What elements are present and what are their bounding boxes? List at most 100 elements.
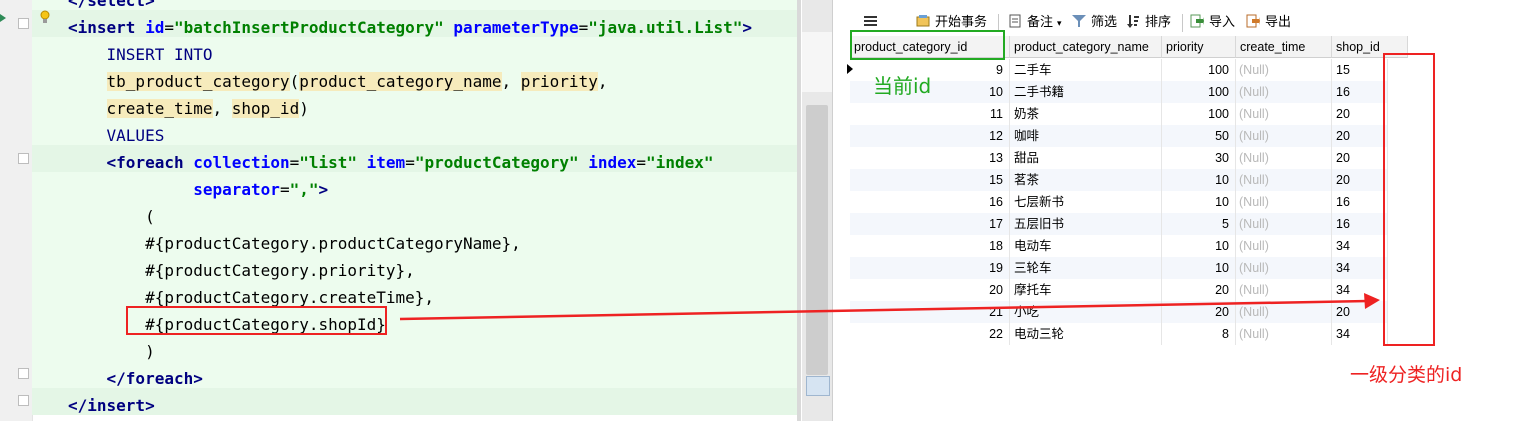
cell-product-category-name[interactable]: 二手书籍 [1010, 81, 1162, 103]
table-row[interactable]: 12 咖啡 50 (Null) 20 [850, 125, 1388, 147]
scrollbar-button[interactable] [806, 376, 830, 396]
column-header-priority[interactable]: priority [1162, 36, 1236, 58]
fold-toggle-icon[interactable] [18, 368, 29, 379]
column-header-product-category-name[interactable]: product_category_name [1010, 36, 1162, 58]
table-row[interactable]: 21 小吃 20 (Null) 20 [850, 301, 1388, 323]
cell-priority[interactable]: 10 [1162, 169, 1236, 191]
cell-product-category-name[interactable]: 七层新书 [1010, 191, 1162, 213]
cell-product-category-name[interactable]: 三轮车 [1010, 257, 1162, 279]
cell-priority[interactable]: 5 [1162, 213, 1236, 235]
cell-product-category-name[interactable]: 电动车 [1010, 235, 1162, 257]
cell-product-category-id[interactable]: 20 [850, 279, 1010, 301]
cell-shop-id[interactable]: 20 [1332, 301, 1388, 323]
cell-shop-id[interactable]: 34 [1332, 235, 1388, 257]
cell-product-category-name[interactable]: 咖啡 [1010, 125, 1162, 147]
cell-product-category-id[interactable]: 15 [850, 169, 1010, 191]
cell-priority[interactable]: 50 [1162, 125, 1236, 147]
cell-create-time[interactable]: (Null) [1236, 323, 1332, 345]
code-line[interactable]: </foreach> [68, 365, 203, 392]
code-editor[interactable]: </select> <insert id="batchInsertProductC… [0, 0, 802, 421]
cell-product-category-id[interactable]: 19 [850, 257, 1010, 279]
cell-product-category-id[interactable]: 22 [850, 323, 1010, 345]
code-line[interactable]: separator=","> [68, 176, 328, 203]
cell-create-time[interactable]: (Null) [1236, 213, 1332, 235]
cell-product-category-id[interactable]: 16 [850, 191, 1010, 213]
table-row[interactable]: 19 三轮车 10 (Null) 34 [850, 257, 1388, 279]
cell-priority[interactable]: 20 [1162, 279, 1236, 301]
table-row[interactable]: 16 七层新书 10 (Null) 16 [850, 191, 1388, 213]
cell-shop-id[interactable]: 34 [1332, 279, 1388, 301]
code-line[interactable]: tb_product_category(product_category_nam… [68, 68, 607, 95]
code-line[interactable]: ( [68, 203, 155, 230]
fold-toggle-icon[interactable] [18, 153, 29, 164]
cell-create-time[interactable]: (Null) [1236, 169, 1332, 191]
cell-product-category-id[interactable]: 18 [850, 235, 1010, 257]
cell-product-category-id[interactable]: 17 [850, 213, 1010, 235]
notes-button[interactable]: 备注 ▾ [1008, 12, 1062, 32]
cell-shop-id[interactable]: 20 [1332, 125, 1388, 147]
cell-create-time[interactable]: (Null) [1236, 147, 1332, 169]
cell-create-time[interactable]: (Null) [1236, 279, 1332, 301]
cell-product-category-id[interactable]: 21 [850, 301, 1010, 323]
table-row[interactable]: 11 奶茶 100 (Null) 20 [850, 103, 1388, 125]
code-line[interactable]: <insert id="batchInsertProductCategory" … [68, 14, 752, 41]
table-row[interactable]: 20 摩托车 20 (Null) 34 [850, 279, 1388, 301]
sort-button[interactable]: 排序 [1126, 12, 1171, 32]
cell-create-time[interactable]: (Null) [1236, 81, 1332, 103]
column-header-create-time[interactable]: create_time [1236, 36, 1332, 58]
code-line[interactable]: INSERT INTO [68, 41, 213, 68]
cell-shop-id[interactable]: 16 [1332, 213, 1388, 235]
cell-product-category-name[interactable]: 电动三轮 [1010, 323, 1162, 345]
cell-create-time[interactable]: (Null) [1236, 301, 1332, 323]
cell-create-time[interactable]: (Null) [1236, 103, 1332, 125]
cell-priority[interactable]: 8 [1162, 323, 1236, 345]
lightbulb-icon[interactable] [40, 10, 50, 24]
cell-product-category-name[interactable]: 小吃 [1010, 301, 1162, 323]
cell-priority[interactable]: 100 [1162, 81, 1236, 103]
cell-shop-id[interactable]: 34 [1332, 323, 1388, 345]
cell-priority[interactable]: 10 [1162, 257, 1236, 279]
export-button[interactable]: 导出 [1246, 12, 1291, 32]
fold-toggle-icon[interactable] [18, 395, 29, 406]
code-line[interactable]: <foreach collection="list" item="product… [68, 149, 714, 176]
cell-shop-id[interactable]: 16 [1332, 191, 1388, 213]
code-line[interactable]: #{productCategory.productCategoryName}, [68, 230, 521, 257]
cell-shop-id[interactable]: 34 [1332, 257, 1388, 279]
cell-shop-id[interactable]: 16 [1332, 81, 1388, 103]
cell-shop-id[interactable]: 20 [1332, 169, 1388, 191]
cell-shop-id[interactable]: 15 [1332, 59, 1388, 81]
cell-create-time[interactable]: (Null) [1236, 257, 1332, 279]
table-row[interactable]: 22 电动三轮 8 (Null) 34 [850, 323, 1388, 345]
import-button[interactable]: 导入 [1190, 12, 1235, 32]
filter-button[interactable]: 筛选 [1072, 12, 1117, 32]
table-row[interactable]: 13 甜品 30 (Null) 20 [850, 147, 1388, 169]
table-row[interactable]: 17 五层旧书 5 (Null) 16 [850, 213, 1388, 235]
cell-product-category-id[interactable]: 13 [850, 147, 1010, 169]
menu-button[interactable] [864, 12, 883, 32]
vertical-scrollbar[interactable] [802, 0, 833, 421]
cell-shop-id[interactable]: 20 [1332, 103, 1388, 125]
cell-product-category-name[interactable]: 甜品 [1010, 147, 1162, 169]
cell-product-category-id[interactable]: 11 [850, 103, 1010, 125]
cell-priority[interactable]: 10 [1162, 191, 1236, 213]
cell-product-category-id[interactable]: 12 [850, 125, 1010, 147]
cell-create-time[interactable]: (Null) [1236, 59, 1332, 81]
cell-shop-id[interactable]: 20 [1332, 147, 1388, 169]
cell-product-category-name[interactable]: 二手车 [1010, 59, 1162, 81]
code-line[interactable]: ) [68, 338, 155, 365]
table-row[interactable]: 15 茗茶 10 (Null) 20 [850, 169, 1388, 191]
code-line[interactable]: </select> [68, 0, 155, 14]
fold-toggle-icon[interactable] [18, 18, 29, 29]
pane-divider[interactable] [797, 0, 801, 421]
cell-product-category-name[interactable]: 摩托车 [1010, 279, 1162, 301]
table-row[interactable]: 18 电动车 10 (Null) 34 [850, 235, 1388, 257]
cell-create-time[interactable]: (Null) [1236, 191, 1332, 213]
code-line[interactable]: create_time, shop_id) [68, 95, 309, 122]
cell-priority[interactable]: 30 [1162, 147, 1236, 169]
code-line[interactable]: VALUES [68, 122, 165, 149]
cell-product-category-name[interactable]: 茗茶 [1010, 169, 1162, 191]
cell-priority[interactable]: 100 [1162, 59, 1236, 81]
begin-transaction-button[interactable]: 开始事务 [916, 12, 987, 32]
cell-product-category-name[interactable]: 奶茶 [1010, 103, 1162, 125]
scrollbar-thumb[interactable] [806, 105, 828, 375]
